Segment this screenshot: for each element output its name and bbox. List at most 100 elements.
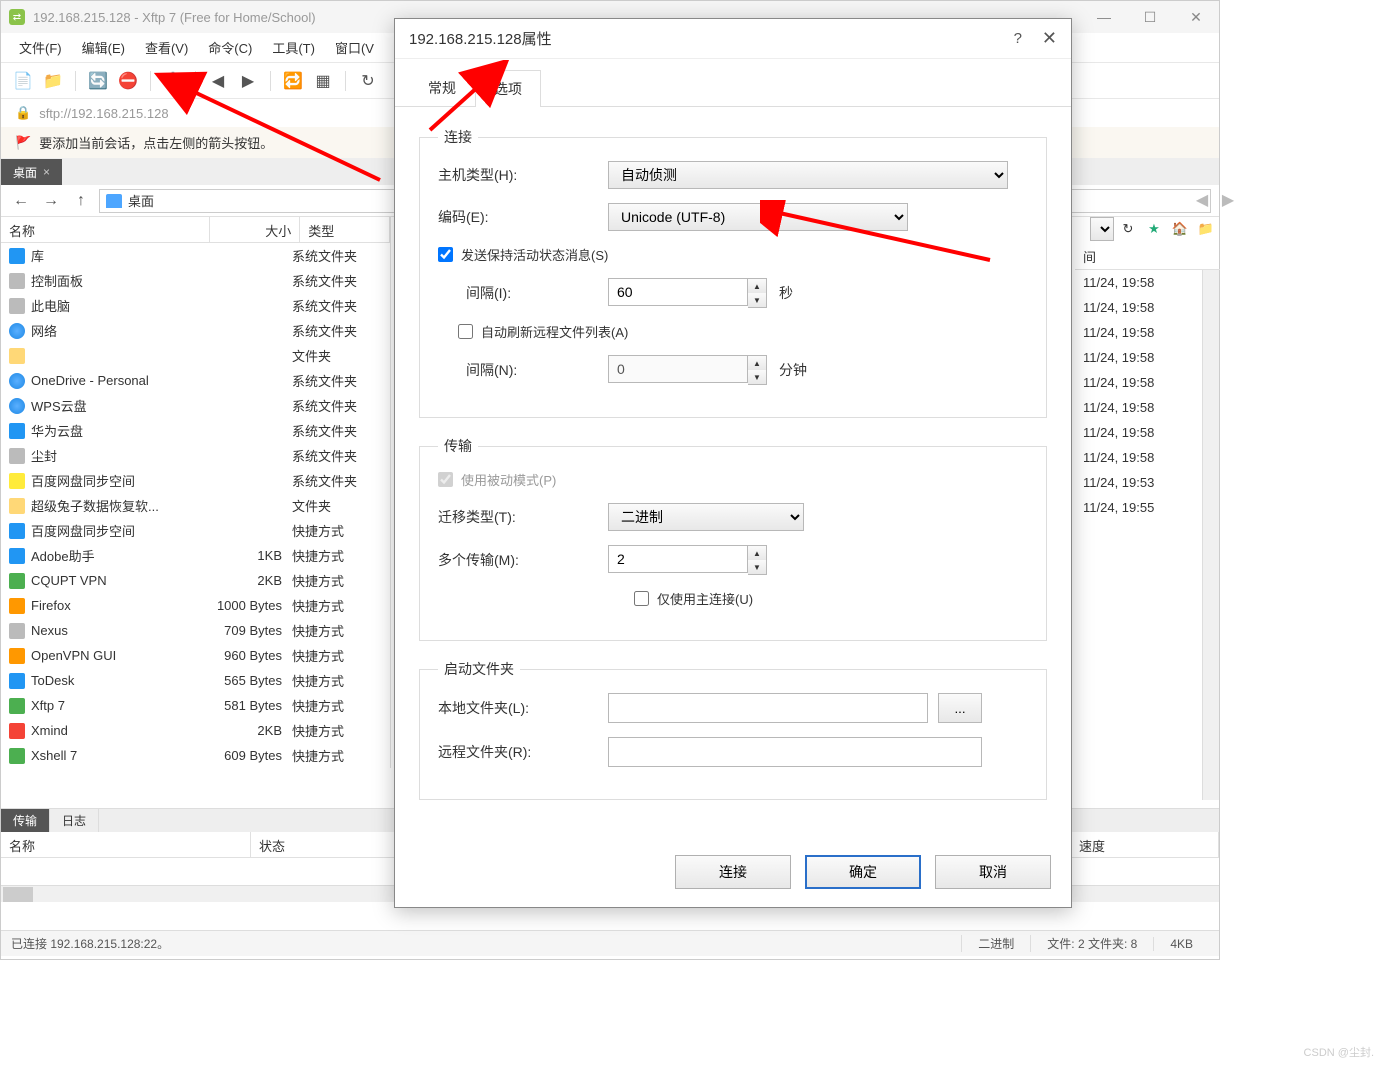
file-row[interactable]: 超级兔子数据恢复软... 文件夹: [1, 493, 390, 518]
col-type[interactable]: 类型: [300, 217, 390, 242]
file-row[interactable]: 库 系统文件夹: [1, 243, 390, 268]
tab-scroll-right[interactable]: ▶: [1216, 188, 1240, 212]
file-row[interactable]: ToDesk 565 Bytes 快捷方式: [1, 668, 390, 693]
migration-type-select[interactable]: 二进制: [608, 503, 804, 531]
file-row[interactable]: Xmind 2KB 快捷方式: [1, 718, 390, 743]
menu-item[interactable]: 编辑(E): [74, 34, 133, 61]
file-icon: [9, 323, 25, 339]
col-name[interactable]: 名称: [1, 217, 210, 242]
file-row[interactable]: OpenVPN GUI 960 Bytes 快捷方式: [1, 643, 390, 668]
th-speed[interactable]: 速度: [1071, 832, 1219, 857]
sync-icon[interactable]: 🔁: [281, 69, 305, 93]
dialog-close-icon[interactable]: ✕: [1042, 28, 1057, 49]
file-row[interactable]: Xftp 7 581 Bytes 快捷方式: [1, 693, 390, 718]
remote-scrollbar[interactable]: [1202, 270, 1219, 800]
keepalive-checkbox[interactable]: [438, 247, 453, 262]
nav-stop-icon[interactable]: ▶: [236, 69, 260, 93]
address-text[interactable]: sftp://192.168.215.128: [39, 106, 168, 121]
dialog-titlebar: 192.168.215.128属性 ? ✕: [395, 19, 1071, 59]
session-tab-desktop[interactable]: 桌面 ×: [1, 159, 62, 185]
spin-up-icon[interactable]: ▲: [748, 546, 766, 560]
properties-icon[interactable]: ⚙️: [161, 69, 185, 93]
file-row[interactable]: 控制面板 系统文件夹: [1, 268, 390, 293]
connect-button[interactable]: 连接: [675, 855, 791, 889]
scroll-thumb-2[interactable]: [3, 887, 33, 902]
star-icon[interactable]: ★: [1142, 217, 1166, 241]
multi-transfer-input[interactable]: [608, 545, 748, 573]
file-row[interactable]: 网络 系统文件夹: [1, 318, 390, 343]
menu-item[interactable]: 窗口(V: [327, 34, 382, 61]
file-name: OpenVPN GUI: [31, 648, 202, 663]
minimize-button[interactable]: —: [1081, 1, 1127, 33]
encoding-select[interactable]: Unicode (UTF-8): [608, 203, 908, 231]
file-row[interactable]: 此电脑 系统文件夹: [1, 293, 390, 318]
tab-log[interactable]: 日志: [50, 809, 99, 832]
file-row[interactable]: 百度网盘同步空间 系统文件夹: [1, 468, 390, 493]
modified-cell: 11/24, 19:55: [1075, 495, 1220, 520]
file-row[interactable]: Adobe助手 1KB 快捷方式: [1, 543, 390, 568]
nav-back-icon[interactable]: ◀: [206, 69, 230, 93]
file-row[interactable]: Xshell 7 609 Bytes 快捷方式: [1, 743, 390, 768]
tab-general[interactable]: 常规: [409, 69, 475, 106]
help-icon[interactable]: ?: [1014, 30, 1022, 47]
interval-i-input[interactable]: [608, 278, 748, 306]
tab-scroll-left[interactable]: ◀: [1190, 188, 1214, 212]
view-icon[interactable]: ▦: [311, 69, 335, 93]
file-type: 快捷方式: [292, 596, 382, 615]
new-folder-icon[interactable]: 📁: [1194, 217, 1218, 241]
file-row[interactable]: 百度网盘同步空间 快捷方式: [1, 518, 390, 543]
spin-down-icon[interactable]: ▼: [748, 560, 766, 574]
file-row[interactable]: OneDrive - Personal 系统文件夹: [1, 368, 390, 393]
th-name[interactable]: 名称: [1, 832, 251, 857]
group-transfer: 传输 使用被动模式(P) 迁移类型(T): 二进制 多个传输(M): ▲▼ 仅使…: [419, 436, 1047, 641]
disconnect-icon[interactable]: ⛔: [116, 69, 140, 93]
nav-forward-button[interactable]: →: [39, 189, 63, 213]
tab-transfer[interactable]: 传输: [1, 809, 50, 832]
auto-refresh-checkbox[interactable]: [458, 324, 473, 339]
file-row[interactable]: Firefox 1000 Bytes 快捷方式: [1, 593, 390, 618]
remote-folder-input[interactable]: [608, 737, 982, 767]
col-size[interactable]: 大小: [210, 217, 300, 242]
ok-button[interactable]: 确定: [805, 855, 921, 889]
main-conn-checkbox[interactable]: [634, 591, 649, 606]
maximize-button[interactable]: ☐: [1127, 1, 1173, 33]
cancel-button[interactable]: 取消: [935, 855, 1051, 889]
file-row[interactable]: 尘封 系统文件夹: [1, 443, 390, 468]
file-name: Firefox: [31, 598, 202, 613]
statusbar: 已连接 192.168.215.128:22。 二进制 文件: 2 文件夹: 8…: [1, 930, 1219, 956]
home-icon[interactable]: 🏠: [1168, 217, 1192, 241]
col-modified[interactable]: 间: [1075, 244, 1220, 270]
file-row[interactable]: Nexus 709 Bytes 快捷方式: [1, 618, 390, 643]
file-type: 系统文件夹: [292, 296, 382, 315]
file-row[interactable]: CQUPT VPN 2KB 快捷方式: [1, 568, 390, 593]
browse-local-button[interactable]: ...: [938, 693, 982, 723]
modified-cell: 11/24, 19:58: [1075, 445, 1220, 470]
file-row[interactable]: WPS云盘 系统文件夹: [1, 393, 390, 418]
refresh-remote-icon[interactable]: ↻: [1116, 217, 1140, 241]
menu-item[interactable]: 查看(V): [137, 34, 196, 61]
tab-options[interactable]: 选项: [475, 70, 541, 107]
spin-down-icon[interactable]: ▼: [748, 293, 766, 307]
host-type-select[interactable]: 自动侦测: [608, 161, 1008, 189]
nav-back-button[interactable]: ←: [9, 189, 33, 213]
open-folder-icon[interactable]: 📁: [41, 69, 65, 93]
local-folder-input[interactable]: [608, 693, 928, 723]
file-row[interactable]: 华为云盘 系统文件夹: [1, 418, 390, 443]
new-session-icon[interactable]: 📄: [11, 69, 35, 93]
menu-item[interactable]: 文件(F): [11, 34, 70, 61]
file-row[interactable]: 文件夹: [1, 343, 390, 368]
close-button[interactable]: ✕: [1173, 1, 1219, 33]
close-tab-icon[interactable]: ×: [43, 165, 50, 179]
file-list: 库 系统文件夹 控制面板 系统文件夹 此电脑 系统文件夹 网络 系统文件夹 文件…: [1, 243, 390, 768]
folder-icon: [106, 194, 122, 208]
nav-up-button[interactable]: ↑: [69, 189, 93, 213]
flag-icon: 🚩: [15, 135, 31, 151]
menu-item[interactable]: 工具(T): [264, 34, 323, 61]
file-name: 尘封: [31, 446, 202, 465]
interval-n-label: 间隔(N):: [438, 360, 608, 380]
menu-item[interactable]: 命令(C): [200, 34, 260, 61]
refresh-icon[interactable]: ↻: [356, 69, 380, 93]
spin-up-icon[interactable]: ▲: [748, 279, 766, 293]
remote-path-dropdown[interactable]: [1090, 217, 1114, 241]
reconnect-icon[interactable]: 🔄: [86, 69, 110, 93]
